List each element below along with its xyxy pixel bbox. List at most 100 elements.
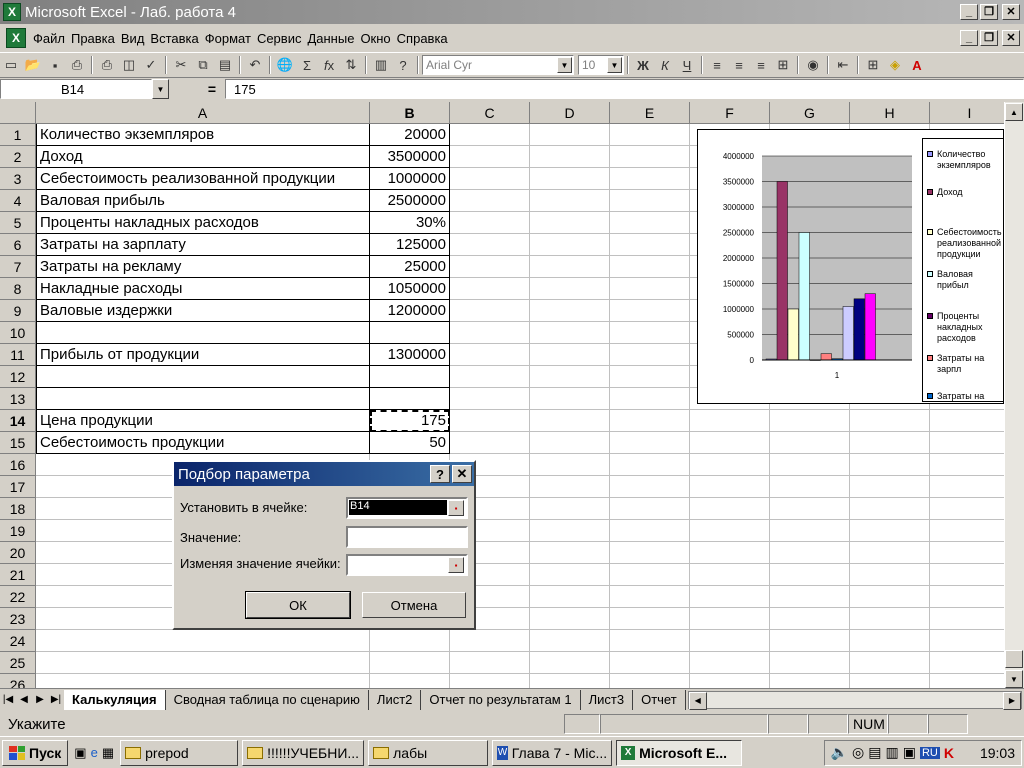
cell-empty[interactable] [770, 630, 850, 652]
cell-empty[interactable] [610, 564, 690, 586]
cell-a[interactable] [36, 674, 370, 688]
dialog-help-button[interactable]: ? [430, 465, 450, 483]
cell-empty[interactable] [610, 542, 690, 564]
range-picker-icon[interactable]: ▪ [448, 500, 464, 516]
font-color-icon[interactable]: A [906, 54, 928, 76]
formula-equals[interactable]: = [169, 81, 225, 97]
cell-empty[interactable] [770, 608, 850, 630]
merge-center-icon[interactable]: ⊞ [772, 54, 794, 76]
column-header-g[interactable]: G [770, 102, 850, 124]
cell-empty[interactable] [770, 564, 850, 586]
menu-view[interactable]: Вид [118, 31, 148, 46]
scroll-left-icon[interactable]: ◀ [688, 691, 707, 710]
cell-a[interactable]: Количество экземпляров [36, 124, 370, 146]
row-header[interactable]: 18 [0, 498, 36, 520]
cell-empty[interactable] [530, 256, 610, 278]
cell-empty[interactable] [530, 366, 610, 388]
cell-empty[interactable] [930, 630, 1004, 652]
cell-empty[interactable] [530, 168, 610, 190]
cell-a[interactable]: Затраты на зарплату [36, 234, 370, 256]
bar-series-8[interactable] [853, 298, 865, 361]
doc-restore-button[interactable]: ❐ [980, 30, 998, 46]
bar-series-3[interactable] [798, 232, 810, 361]
cell-empty[interactable] [610, 410, 690, 432]
cell-empty[interactable] [530, 300, 610, 322]
row-header[interactable]: 24 [0, 630, 36, 652]
cell-empty[interactable] [530, 674, 610, 688]
bar-series-7[interactable] [842, 306, 854, 361]
row-header[interactable]: 23 [0, 608, 36, 630]
cell-empty[interactable] [530, 476, 610, 498]
cell-empty[interactable] [850, 432, 930, 454]
fill-color-icon[interactable]: ◈ [884, 54, 906, 76]
sheet-tab-calc[interactable]: Калькуляция [64, 689, 166, 710]
cell-empty[interactable] [850, 476, 930, 498]
cell-empty[interactable] [850, 630, 930, 652]
menu-file[interactable]: Файл [30, 31, 68, 46]
underline-button[interactable]: Ч [676, 54, 698, 76]
cell-empty[interactable] [610, 652, 690, 674]
cell-b[interactable]: 3500000 [370, 146, 450, 168]
cell-a[interactable]: Затраты на рекламу [36, 256, 370, 278]
align-right-icon[interactable]: ≡ [750, 54, 772, 76]
chevron-down-icon[interactable]: ▼ [557, 57, 572, 73]
hyperlink-icon[interactable]: 🌐 [274, 54, 296, 76]
set-cell-input[interactable]: B14 ▪ [346, 497, 468, 519]
cell-empty[interactable] [850, 608, 930, 630]
chart-wizard-icon[interactable]: ▥ [370, 54, 392, 76]
copy-icon[interactable]: ⧉ [192, 54, 214, 76]
show-desktop-icon[interactable]: ▣ [74, 745, 86, 761]
menu-insert[interactable]: Вставка [147, 31, 201, 46]
cell-empty[interactable] [610, 278, 690, 300]
cell-a[interactable]: Себестоимость реализованной продукции [36, 168, 370, 190]
bar-series-1[interactable] [776, 181, 788, 361]
bar-series-9[interactable] [864, 293, 876, 361]
cell-empty[interactable] [610, 520, 690, 542]
italic-button[interactable]: К [654, 54, 676, 76]
row-header[interactable]: 7 [0, 256, 36, 278]
cell-empty[interactable] [610, 476, 690, 498]
cell-empty[interactable] [770, 542, 850, 564]
bar-series-5[interactable] [820, 353, 832, 361]
new-icon[interactable]: ▭ [0, 54, 22, 76]
cell-empty[interactable] [450, 278, 530, 300]
formula-input[interactable]: 175 [225, 79, 1024, 99]
row-header[interactable]: 20 [0, 542, 36, 564]
cell-empty[interactable] [690, 520, 770, 542]
cell-empty[interactable] [930, 520, 1004, 542]
decrease-indent-icon[interactable]: ⇤ [832, 54, 854, 76]
cell-empty[interactable] [610, 300, 690, 322]
cell-b[interactable]: 50 [370, 432, 450, 454]
cell-empty[interactable] [450, 652, 530, 674]
cell-b[interactable] [370, 674, 450, 688]
name-box[interactable]: B14 [0, 79, 152, 99]
doc-minimize-button[interactable]: _ [960, 30, 978, 46]
font-name-combo[interactable]: Arial Cyr ▼ [422, 55, 574, 75]
cell-empty[interactable] [530, 410, 610, 432]
scroll-down-icon[interactable]: ▼ [1005, 670, 1023, 688]
clock[interactable]: 19:03 [980, 745, 1015, 761]
column-header-d[interactable]: D [530, 102, 610, 124]
help-icon[interactable]: ? [392, 54, 414, 76]
cell-empty[interactable] [610, 212, 690, 234]
cell-b[interactable]: 20000 [370, 124, 450, 146]
cell-empty[interactable] [530, 542, 610, 564]
volume-icon[interactable]: 🔈 [831, 744, 848, 761]
start-button[interactable]: Пуск [2, 739, 69, 766]
cell-empty[interactable] [930, 586, 1004, 608]
cell-b[interactable]: 1000000 [370, 168, 450, 190]
cut-icon[interactable]: ✂ [170, 54, 192, 76]
cell-empty[interactable] [610, 344, 690, 366]
cell-empty[interactable] [610, 234, 690, 256]
task-prepod[interactable]: prepod [120, 739, 239, 766]
row-header[interactable]: 2 [0, 146, 36, 168]
cell-empty[interactable] [690, 652, 770, 674]
cell-empty[interactable] [610, 256, 690, 278]
cell-b[interactable] [370, 388, 450, 410]
menu-format[interactable]: Формат [202, 31, 254, 46]
row-header[interactable]: 17 [0, 476, 36, 498]
cell-empty[interactable] [450, 124, 530, 146]
cell-empty[interactable] [690, 674, 770, 688]
cell-empty[interactable] [770, 586, 850, 608]
cell-empty[interactable] [770, 652, 850, 674]
